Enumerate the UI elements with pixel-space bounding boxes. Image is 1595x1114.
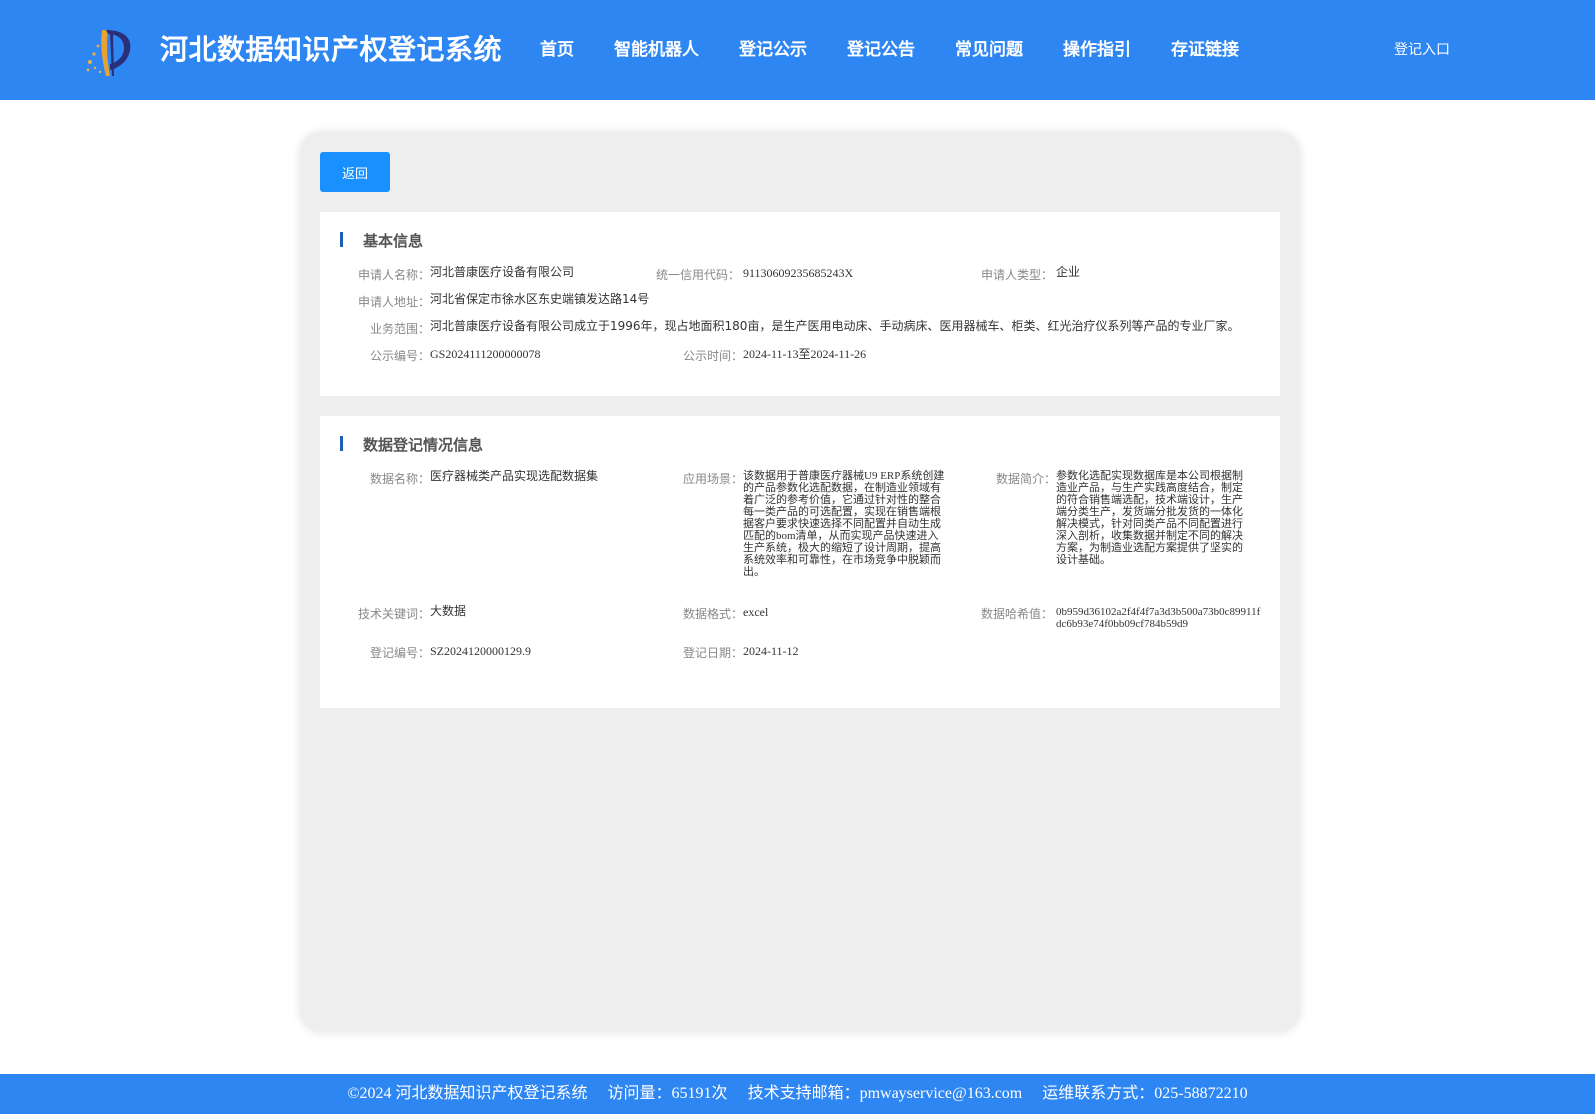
data-name-label: 数据名称： (369, 472, 430, 486)
business-scope-label: 业务范围： (369, 322, 430, 336)
intro-label: 数据简介： (995, 472, 1056, 486)
reg-no-label: 登记编号： (369, 646, 430, 660)
nav-item-home[interactable]: 首页 (540, 35, 574, 60)
basic-info-card: 基本信息 申请人名称： 河北普康医疗设备有限公司 统一信用代码： 9113060… (320, 212, 1280, 396)
address-value: 河北省保定市徐水区东史端镇发达路14号 (430, 292, 650, 306)
footer-phone: 运维联系方式：025-58872210 (1042, 1085, 1248, 1102)
applicant-type-value: 企业 (1056, 265, 1081, 279)
section-marker (340, 232, 343, 247)
reg-date-value: 2024-11-12 (743, 644, 799, 658)
section-title-basic: 基本信息 (363, 232, 424, 250)
hash-value: 0b959d36102a2f4f4f7a3d3b500a73b0c89911fd… (1056, 606, 1261, 630)
nav-item-faq[interactable]: 常见问题 (955, 35, 1023, 60)
keywords-value: 大数据 (430, 604, 467, 618)
nav-item-robot[interactable]: 智能机器人 (614, 35, 699, 60)
nav-item-guide[interactable]: 操作指引 (1063, 35, 1131, 60)
format-label: 数据格式： (682, 607, 743, 621)
nav-item-announcement[interactable]: 登记公告 (847, 35, 915, 60)
notice-time-label: 公示时间： (682, 349, 743, 363)
nav-item-publicity[interactable]: 登记公示 (739, 35, 807, 60)
notice-time-value: 2024-11-13至2024-11-26 (743, 347, 867, 361)
back-button[interactable]: 返回 (320, 152, 390, 192)
credit-code-label: 统一信用代码： (655, 268, 740, 282)
address-label: 申请人地址： (357, 295, 430, 309)
scenario-value: 该数据用于普康医疗器械U9 ERP系统创建的产品参数化选配数据，在制造业领域有着… (743, 470, 945, 578)
intro-value: 参数化选配实现数据库是本公司根据制造业产品，与生产实践高度结合，制定的符合销售端… (1056, 470, 1243, 566)
applicant-name-label: 申请人名称： (357, 268, 430, 282)
reg-date-label: 登记日期： (682, 646, 743, 660)
data-name-value: 医疗器械类产品实现选配数据集 (430, 469, 599, 483)
notice-no-label: 公示编号： (369, 349, 430, 363)
site-title: 河北数据知识产权登记系统 (160, 33, 503, 66)
footer: ©2024 河北数据知识产权登记系统 访问量：65191次 技术支持邮箱：pmw… (0, 1074, 1595, 1114)
applicant-type-label: 申请人类型： (980, 268, 1053, 282)
section-marker (340, 436, 343, 451)
applicant-name-value: 河北普康医疗设备有限公司 (430, 265, 575, 279)
detail-panel: 返回 基本信息 申请人名称： 河北普康医疗设备有限公司 统一信用代码： 9113… (300, 132, 1300, 1032)
nav-item-evidence-link[interactable]: 存证链接 (1171, 35, 1239, 60)
top-header: 河北数据知识产权登记系统 首页 智能机器人 登记公示 登记公告 常见问题 操作指… (0, 0, 1595, 100)
keywords-label: 技术关键词： (357, 607, 430, 621)
logo-icon[interactable] (80, 24, 136, 80)
credit-code-value: 91130609235685243X (743, 266, 854, 280)
footer-email: 技术支持邮箱：pmwayservice@163.com (747, 1085, 1023, 1102)
data-info-card: 数据登记情况信息 数据名称： 医疗器械类产品实现选配数据集 应用场景： 该数据用… (320, 416, 1280, 708)
notice-no-value: GS2024111200000078 (430, 347, 541, 361)
reg-no-value: SZ2024120000129.9 (430, 644, 532, 658)
section-title-data: 数据登记情况信息 (363, 436, 484, 454)
login-link[interactable]: 登记入口 (1394, 39, 1450, 59)
format-value: excel (743, 605, 769, 619)
footer-visits: 访问量：65191次 (607, 1085, 728, 1102)
scenario-label: 应用场景： (682, 472, 743, 486)
hash-label: 数据哈希值： (980, 607, 1053, 621)
footer-copyright: ©2024 河北数据知识产权登记系统 (347, 1085, 588, 1102)
business-scope-value: 河北普康医疗设备有限公司成立于1996年，现占地面积180亩，是生产医用电动床、… (430, 319, 1240, 333)
